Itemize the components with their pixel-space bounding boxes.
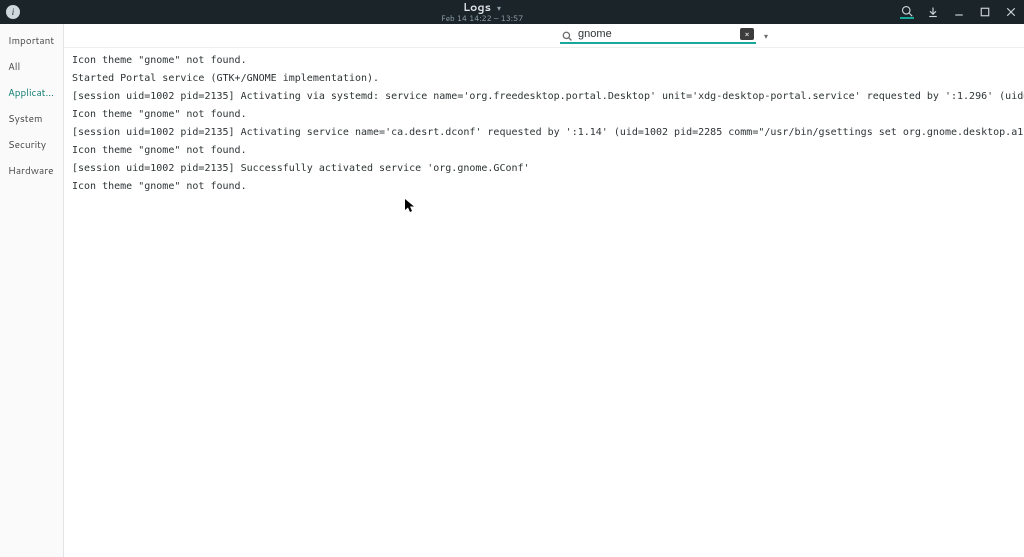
search-icon xyxy=(562,29,572,39)
window-subtitle: Feb 14 14:22 – 13:57 xyxy=(441,14,523,22)
log-message: Icon theme "gnome" not found. xyxy=(72,180,1024,194)
log-message: Icon theme "gnome" not found. xyxy=(72,108,1024,122)
export-button[interactable] xyxy=(926,5,940,19)
sidebar: Important All Applications System Securi… xyxy=(0,24,64,557)
log-entry[interactable]: Icon theme "gnome" not found. xyxy=(64,142,1024,160)
minimize-button[interactable] xyxy=(952,5,966,19)
log-message: [session uid=1002 pid=2135] Activating s… xyxy=(72,126,1024,140)
search-toggle-button[interactable] xyxy=(900,5,914,19)
log-entry[interactable]: [session uid=1002 pid=2135] Activating s… xyxy=(64,124,1024,142)
app-info-icon[interactable]: i xyxy=(6,5,20,19)
maximize-icon xyxy=(979,6,991,18)
sidebar-item-applications[interactable]: Applications xyxy=(0,80,63,106)
close-icon xyxy=(1005,6,1017,18)
download-icon xyxy=(927,6,939,18)
maximize-button[interactable] xyxy=(978,5,992,19)
sidebar-item-all[interactable]: All xyxy=(0,54,63,80)
sidebar-item-security[interactable]: Security xyxy=(0,132,63,158)
search-input[interactable] xyxy=(576,27,736,41)
search-options-dropdown[interactable]: ▾ xyxy=(764,30,768,42)
log-list: Icon theme "gnome" not found.1513:57 Star… xyxy=(64,48,1024,557)
sidebar-item-system[interactable]: System xyxy=(0,106,63,132)
sidebar-item-hardware[interactable]: Hardware xyxy=(0,158,63,184)
log-message: Started Portal service (GTK+/GNOME imple… xyxy=(72,72,1024,86)
minimize-icon xyxy=(953,6,965,18)
log-entry[interactable]: Icon theme "gnome" not found.2 xyxy=(64,178,1024,196)
title-dropdown-icon[interactable]: ▾ xyxy=(497,4,501,12)
log-message: Icon theme "gnome" not found. xyxy=(72,54,1024,68)
titlebar: i Logs ▾ Feb 14 14:22 – 13:57 xyxy=(0,0,1024,24)
log-message: [session uid=1002 pid=2135] Activating v… xyxy=(72,90,1024,104)
search-bar: × ▾ xyxy=(64,24,1024,48)
close-button[interactable] xyxy=(1004,5,1018,19)
log-message: [session uid=1002 pid=2135] Successfully… xyxy=(72,162,1024,176)
log-entry[interactable]: [session uid=1002 pid=2135] Activating v… xyxy=(64,88,1024,106)
sidebar-item-important[interactable]: Important xyxy=(0,28,63,54)
log-entry[interactable]: [session uid=1002 pid=2135] Successfully… xyxy=(64,160,1024,178)
log-entry[interactable]: Icon theme "gnome" not found.1513:57 xyxy=(64,52,1024,70)
log-message: Icon theme "gnome" not found. xyxy=(72,144,1024,158)
search-icon xyxy=(901,5,913,17)
log-entry[interactable]: Icon theme "gnome" not found.81 xyxy=(64,106,1024,124)
log-entry[interactable]: Started Portal service (GTK+/GNOME imple… xyxy=(64,70,1024,88)
clear-search-button[interactable]: × xyxy=(740,28,754,40)
